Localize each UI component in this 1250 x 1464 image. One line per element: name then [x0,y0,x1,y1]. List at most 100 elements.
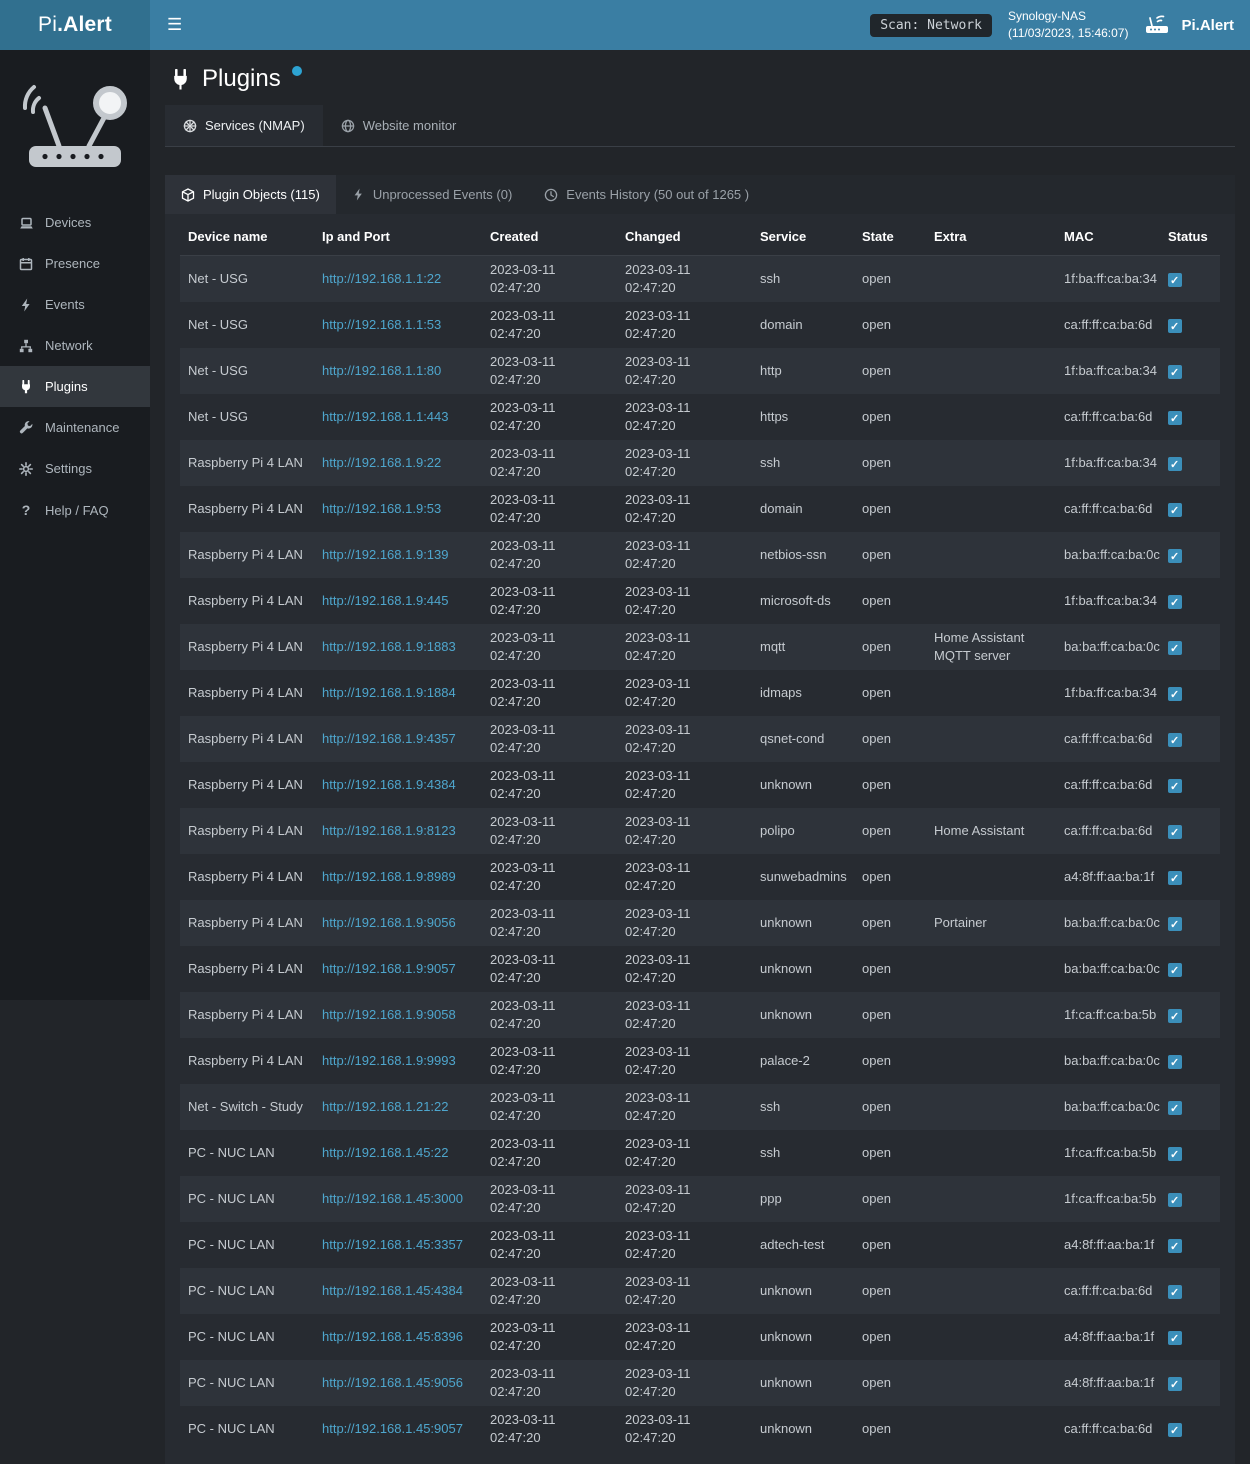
changed-cell: 2023-03-11 02:47:20 [617,1268,752,1314]
col-device-name[interactable]: Device name [180,218,314,256]
ip-port-link[interactable]: http://192.168.1.1:22 [322,271,441,286]
changed-cell: 2023-03-11 02:47:20 [617,1176,752,1222]
ip-port-link[interactable]: http://192.168.1.45:4384 [322,1283,463,1298]
mac-cell: ca:ff:ff:ca:ba:6d [1056,716,1160,762]
tab-plugin-objects[interactable]: Plugin Objects (115) [165,175,336,214]
sidebar-item-events[interactable]: Events [0,284,150,325]
tab-website-monitor[interactable]: Website monitor [323,105,475,146]
col-status[interactable]: Status [1160,218,1220,256]
col-service[interactable]: Service [752,218,854,256]
status-checkbox[interactable] [1168,825,1182,839]
ip-port-link[interactable]: http://192.168.1.9:1884 [322,685,456,700]
extra-cell [926,854,1056,900]
status-checkbox[interactable] [1168,733,1182,747]
ip-port-link[interactable]: http://192.168.1.45:9057 [322,1421,463,1436]
ip-port-link[interactable]: http://192.168.1.9:445 [322,593,449,608]
status-checkbox[interactable] [1168,1009,1182,1023]
created-cell: 2023-03-11 02:47:20 [482,1360,617,1406]
status-checkbox[interactable] [1168,1285,1182,1299]
ip-port-link[interactable]: http://192.168.1.9:22 [322,455,441,470]
status-checkbox[interactable] [1168,549,1182,563]
sidebar-item-devices[interactable]: Devices [0,202,150,243]
app-identity[interactable]: Pi.Alert [1144,13,1234,37]
cube-icon [181,188,195,202]
ip-port-link[interactable]: http://192.168.1.9:1883 [322,639,456,654]
plugin-panel: Plugin Objects (115) Unprocessed Events … [165,175,1235,1464]
hamburger-icon[interactable]: ☰ [150,0,199,50]
sidebar-item-help[interactable]: ? Help / FAQ [0,489,150,531]
sidebar-item-maintenance[interactable]: Maintenance [0,407,150,448]
status-checkbox[interactable] [1168,779,1182,793]
status-checkbox[interactable] [1168,963,1182,977]
service-cell: http [752,348,854,394]
tab-unprocessed-events[interactable]: Unprocessed Events (0) [336,175,528,214]
status-checkbox[interactable] [1168,641,1182,655]
status-checkbox[interactable] [1168,1377,1182,1391]
ip-port-link[interactable]: http://192.168.1.9:9993 [322,1053,456,1068]
title-help-badge[interactable] [292,66,302,76]
ip-port-link[interactable]: http://192.168.1.1:443 [322,409,449,424]
col-extra[interactable]: Extra [926,218,1056,256]
sidebar-item-network[interactable]: Network [0,325,150,366]
ip-port-link[interactable]: http://192.168.1.21:22 [322,1099,449,1114]
network-icon [18,339,34,353]
device-name-cell: Raspberry Pi 4 LAN [180,624,314,670]
mac-cell: ca:ff:ff:ca:ba:6d [1056,762,1160,808]
status-checkbox[interactable] [1168,365,1182,379]
ip-port-link[interactable]: http://192.168.1.9:9058 [322,1007,456,1022]
mac-cell: 1f:ba:ff:ca:ba:34 [1056,670,1160,716]
status-checkbox[interactable] [1168,595,1182,609]
ip-port-link[interactable]: http://192.168.1.9:9056 [322,915,456,930]
ip-port-link[interactable]: http://192.168.1.9:9057 [322,961,456,976]
navbar-right: Scan: Network Synology-NAS (11/03/2023, … [870,8,1250,43]
created-cell: 2023-03-11 02:47:20 [482,302,617,348]
plug-icon [18,380,34,394]
ip-port-link[interactable]: http://192.168.1.9:53 [322,501,441,516]
col-changed[interactable]: Changed [617,218,752,256]
sidebar-item-plugins[interactable]: Plugins [0,366,150,407]
ip-port-link[interactable]: http://192.168.1.45:9056 [322,1375,463,1390]
brand-logo[interactable]: Pi.Alert [0,0,150,50]
ip-port-link[interactable]: http://192.168.1.45:8396 [322,1329,463,1344]
sidebar-item-presence[interactable]: Presence [0,243,150,284]
status-checkbox[interactable] [1168,871,1182,885]
col-mac[interactable]: MAC [1056,218,1160,256]
ip-port-link[interactable]: http://192.168.1.9:8989 [322,869,456,884]
status-checkbox[interactable] [1168,457,1182,471]
status-checkbox[interactable] [1168,1239,1182,1253]
device-name-cell: Net - USG [180,348,314,394]
tab-label: Unprocessed Events (0) [373,187,512,202]
status-checkbox[interactable] [1168,1147,1182,1161]
status-checkbox[interactable] [1168,319,1182,333]
col-ip-and-port[interactable]: Ip and Port [314,218,482,256]
status-checkbox[interactable] [1168,1331,1182,1345]
changed-cell: 2023-03-11 02:47:20 [617,578,752,624]
ip-port-link[interactable]: http://192.168.1.9:4384 [322,777,456,792]
status-checkbox[interactable] [1168,1055,1182,1069]
ip-port-link[interactable]: http://192.168.1.45:3000 [322,1191,463,1206]
status-checkbox[interactable] [1168,411,1182,425]
ip-port-link[interactable]: http://192.168.1.45:3357 [322,1237,463,1252]
status-cell [1160,532,1220,578]
col-created[interactable]: Created [482,218,617,256]
device-name-cell: PC - NUC LAN [180,1130,314,1176]
col-state[interactable]: State [854,218,926,256]
status-checkbox[interactable] [1168,687,1182,701]
ip-port-link[interactable]: http://192.168.1.45:22 [322,1145,449,1160]
status-checkbox[interactable] [1168,1423,1182,1437]
status-checkbox[interactable] [1168,273,1182,287]
ip-port-link[interactable]: http://192.168.1.9:8123 [322,823,456,838]
status-checkbox[interactable] [1168,503,1182,517]
device-name-cell: Raspberry Pi 4 LAN [180,854,314,900]
ip-port-link[interactable]: http://192.168.1.9:4357 [322,731,456,746]
status-checkbox[interactable] [1168,1193,1182,1207]
ip-port-link[interactable]: http://192.168.1.1:80 [322,363,441,378]
ip-port-link[interactable]: http://192.168.1.1:53 [322,317,441,332]
status-checkbox[interactable] [1168,1101,1182,1115]
tab-events-history[interactable]: Events History (50 out of 1265 ) [528,175,765,214]
tab-services-nmap[interactable]: Services (NMAP) [165,105,323,146]
ip-port-link[interactable]: http://192.168.1.9:139 [322,547,449,562]
status-checkbox[interactable] [1168,917,1182,931]
service-cell: unknown [752,900,854,946]
sidebar-item-settings[interactable]: Settings [0,448,150,489]
